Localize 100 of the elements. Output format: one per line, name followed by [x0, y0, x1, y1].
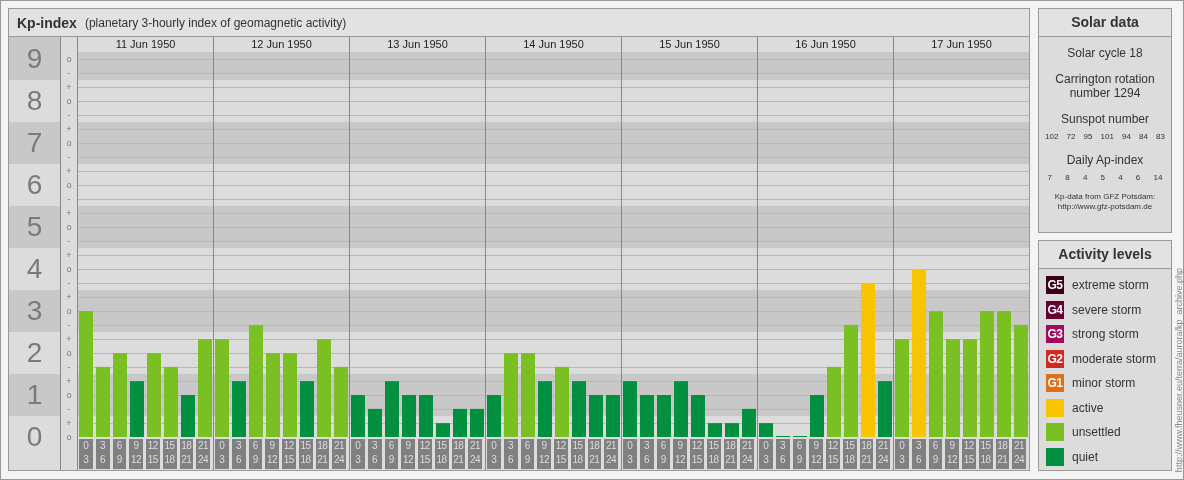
time-range-label: 12 15: [690, 439, 704, 469]
legend-label: unsettled: [1072, 425, 1121, 439]
time-range-label: 9 12: [265, 439, 279, 469]
time-range-label: 18 21: [179, 439, 194, 469]
time-range-label: 9 12: [401, 439, 415, 469]
sunspot-value: 83: [1155, 132, 1165, 141]
minor-tick-label: o: [66, 305, 72, 318]
time-range-label: 21 24: [604, 439, 618, 469]
time-range-label: 3 6: [503, 439, 518, 469]
time-range-label: 9 12: [809, 439, 823, 469]
time-range-label: 0 3: [351, 439, 365, 469]
minor-tick-label: o: [66, 347, 72, 360]
legend-label: active: [1072, 400, 1104, 415]
time-range-label: 3 6: [95, 439, 110, 469]
minor-tick-label: o: [66, 221, 72, 234]
time-range-label: 12 15: [146, 439, 160, 469]
storm-level-badge: G2: [1046, 349, 1064, 368]
carrington-rotation-text: Carrington rotation number 1294: [1054, 72, 1156, 100]
legend-label: minor storm: [1072, 376, 1136, 390]
time-range-label: 0 3: [79, 439, 93, 469]
ap-index-value: 14: [1153, 173, 1163, 182]
time-range-label: 21 24: [196, 439, 210, 469]
time-range-label: 9 12: [945, 439, 959, 469]
minor-tick-label: +: [66, 81, 72, 94]
time-range-label: 3 6: [367, 439, 382, 469]
chart-title: Kp-index: [17, 14, 77, 31]
ap-index-label: Daily Ap-index: [1065, 153, 1145, 167]
kp-axis-label: 9: [9, 37, 60, 80]
minor-tick-label: o: [66, 53, 72, 66]
minor-tick-label: +: [66, 249, 72, 262]
legend-label: extreme storm: [1072, 278, 1149, 292]
time-range-label: 3 6: [639, 439, 654, 469]
ap-index-value: 8: [1065, 173, 1070, 182]
time-range-label: 15 18: [978, 439, 993, 469]
ap-index-value: 6: [1135, 173, 1141, 182]
minor-tick-label: +: [66, 333, 72, 346]
minor-tick-label: +: [66, 417, 72, 430]
legend-label: moderate storm: [1072, 351, 1157, 366]
time-range-label: 18 21: [451, 439, 466, 469]
time-range-label: 12 15: [826, 439, 840, 469]
minor-tick-label: +: [66, 207, 72, 220]
time-range-label: 6 9: [520, 439, 535, 469]
time-range-label: 3 6: [231, 439, 246, 469]
time-range-label: 12 15: [962, 439, 976, 469]
time-range-label: 6 9: [656, 439, 671, 469]
sunspot-label: Sunspot number: [1059, 112, 1151, 126]
time-range-label: 15 18: [570, 439, 585, 469]
time-range-label: 18 21: [723, 439, 738, 469]
time-range-label: 12 15: [282, 439, 296, 469]
ap-index-value: 5: [1100, 173, 1105, 182]
minor-tick-label: -: [67, 67, 71, 80]
storm-level-badge: G4: [1046, 300, 1064, 319]
sunspot-value: 84: [1138, 132, 1148, 141]
time-range-label: 0 3: [623, 439, 637, 469]
time-range-label: 6 9: [112, 439, 127, 469]
sunspot-value: 94: [1121, 132, 1131, 141]
time-range-label: 21 24: [468, 439, 482, 469]
time-range-label: 0 3: [759, 439, 773, 469]
time-range-label: 6 9: [248, 439, 263, 469]
minor-tick-label: -: [67, 235, 71, 248]
time-range-label: 9 12: [129, 439, 143, 469]
legend-label: severe storm: [1072, 302, 1142, 317]
minor-tick-label: o: [66, 263, 72, 276]
kp-axis-label: 1: [9, 374, 60, 416]
solar-cycle-text: Solar cycle 18: [1066, 46, 1144, 60]
time-range-label: 15 18: [706, 439, 721, 469]
time-range-label: 6 9: [792, 439, 807, 469]
source-url: http://www.gfz-potsdam.de: [1056, 202, 1154, 212]
storm-level-badge: G3: [1046, 325, 1064, 343]
minor-tick-label: -: [67, 193, 71, 206]
storm-level-badge: G1: [1046, 374, 1064, 392]
time-range-label: 18 21: [315, 439, 330, 469]
kp-axis-label: 5: [9, 206, 60, 248]
time-range-label: 21 24: [876, 439, 890, 469]
time-range-label: 15 18: [434, 439, 449, 469]
minor-tick-label: -: [67, 277, 71, 290]
time-range-label: 21 24: [740, 439, 754, 469]
time-range-label: 0 3: [215, 439, 229, 469]
legend-label: strong storm: [1072, 327, 1139, 341]
minor-tick-label: -: [67, 109, 71, 122]
time-range-label: 12 15: [418, 439, 432, 469]
time-range-label: 0 3: [895, 439, 909, 469]
chart-subtitle: (planetary 3-hourly index of geomagnetic activity): [84, 15, 347, 30]
minor-tick-label: o: [66, 179, 72, 192]
time-range-label: 12 15: [554, 439, 568, 469]
time-range-label: 18 21: [995, 439, 1010, 469]
sunspot-value: 101: [1100, 132, 1114, 141]
source-credit-text: http://www.fheusner.eu/terra/aurora/kp_archive.php: [1174, 267, 1184, 472]
time-range-label: 18 21: [859, 439, 874, 469]
minor-tick-label: +: [66, 123, 72, 136]
minor-tick-label: +: [66, 291, 72, 304]
time-range-label: 6 9: [928, 439, 943, 469]
ap-index-value: 4: [1118, 173, 1123, 182]
minor-tick-label: o: [66, 431, 72, 444]
minor-tick-label: o: [66, 95, 72, 108]
time-range-label: 3 6: [775, 439, 790, 469]
minor-tick-label: +: [66, 165, 72, 178]
minor-tick-label: o: [66, 389, 72, 402]
time-range-label: 15 18: [162, 439, 177, 469]
time-range-label: 21 24: [332, 439, 346, 469]
